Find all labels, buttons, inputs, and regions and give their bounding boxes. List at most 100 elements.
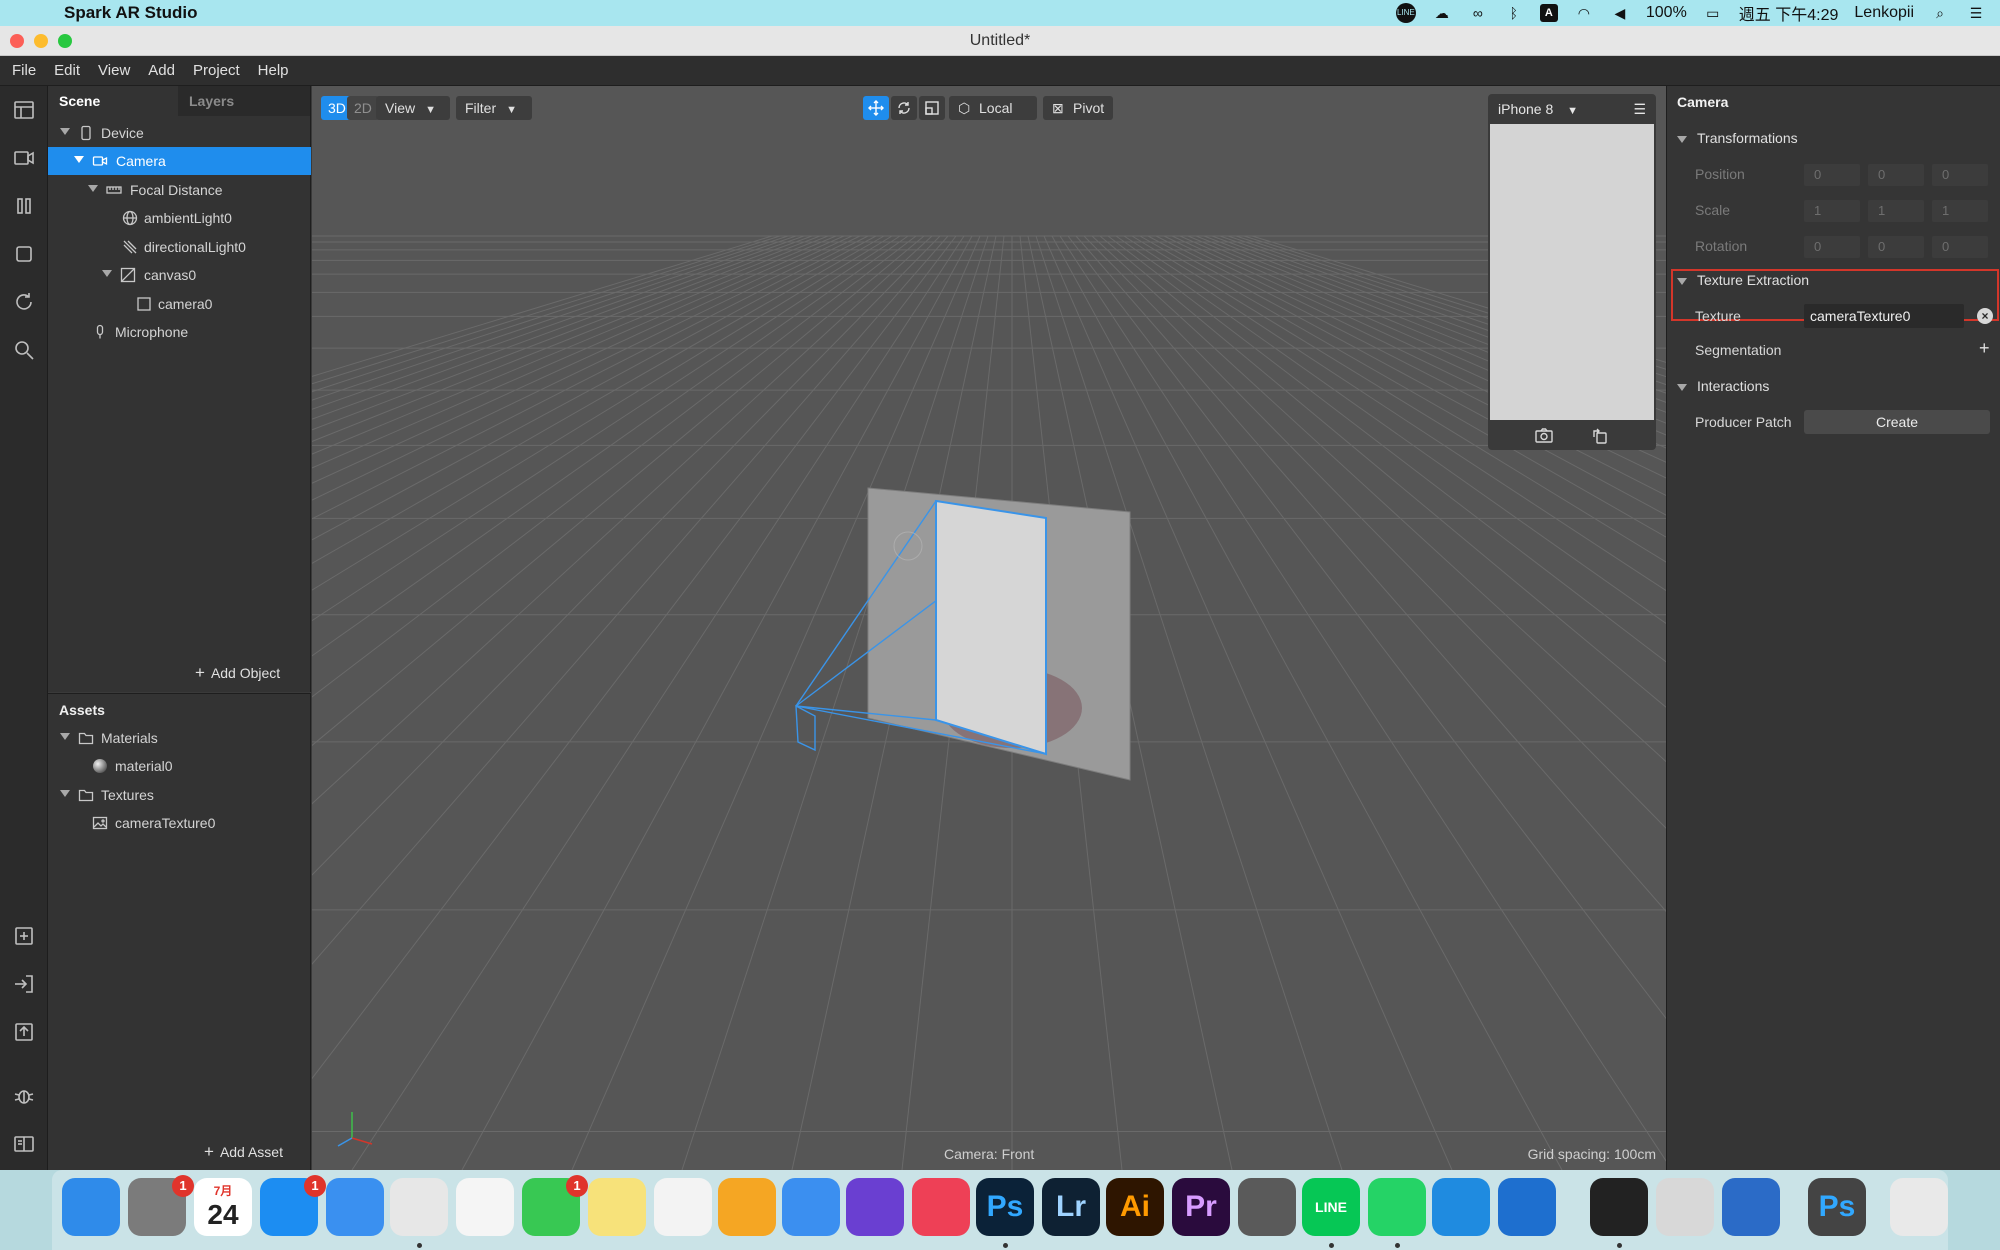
device-preview-screen[interactable] [1490,124,1654,420]
asset-item-materials[interactable]: Materials [48,724,311,752]
texture-extraction-section-header[interactable]: Texture Extraction [1677,272,1809,288]
user-name[interactable]: Lenkopii [1854,4,1914,22]
photos-icon[interactable] [456,1178,514,1236]
move-tool-button[interactable] [863,96,889,120]
scene-item-camera[interactable]: Camera [48,147,311,175]
pocket-icon[interactable] [912,1178,970,1236]
add-object-button[interactable]: + Add Object [195,663,280,683]
pivot-button[interactable]: ⊠ Pivot [1043,96,1113,120]
mode-2d-button[interactable]: 2D [347,96,379,120]
add-segmentation-icon[interactable]: + [1979,338,1990,359]
illustrator-icon[interactable]: Ai [1106,1178,1164,1236]
reminders-icon[interactable] [654,1178,712,1236]
volume-icon[interactable]: ◀ [1610,5,1630,21]
battery-percent[interactable]: 100% [1646,4,1687,22]
vscode-icon[interactable] [1432,1178,1490,1236]
photoshop-icon[interactable]: Ps [976,1178,1034,1236]
device-selector[interactable]: iPhone 8 ▼ ☰ [1488,94,1656,124]
trash-icon[interactable] [1890,1178,1948,1236]
activity-monitor-icon[interactable] [1590,1178,1648,1236]
scene-viewport[interactable]: 3D 2D View ▼ Filter ▼ ⬡ Local ⊠ Pivot iPhone… [312,86,1666,1170]
scene-item-camera0[interactable]: camera0 [48,290,311,318]
scene-item-ambientlight[interactable]: ambientLight0 [48,204,311,232]
bluetooth-icon[interactable]: ᛒ [1504,5,1524,21]
spotlight-search-icon[interactable]: ⌕ [1930,5,1950,21]
clear-texture-icon[interactable]: × [1977,308,1993,324]
tab-layers[interactable]: Layers [178,86,308,116]
collapse-arrow-icon[interactable] [60,790,70,797]
create-producer-patch-button[interactable]: Create [1804,410,1990,434]
calendar-icon[interactable]: 7月 24 [194,1178,252,1236]
menu-icon[interactable]: ☰ [1633,94,1646,124]
collapse-arrow-icon[interactable] [88,185,98,192]
pages-icon[interactable] [718,1178,776,1236]
rotate-tool-button[interactable] [891,96,917,120]
input-source-icon[interactable]: A [1539,4,1558,22]
device-frame-icon[interactable] [12,242,36,266]
rotate-device-icon[interactable] [1590,426,1610,446]
tab-scene[interactable]: Scene [48,86,178,116]
pause-bars-icon[interactable] [12,194,36,218]
collapse-arrow-icon[interactable] [60,733,70,740]
asset-item-material0[interactable]: material0 [48,752,311,780]
premiere-icon[interactable]: Pr [1172,1178,1230,1236]
scene-item-microphone[interactable]: Microphone [48,318,311,346]
scene-item-canvas[interactable]: canvas0 [48,261,311,289]
menu-edit[interactable]: Edit [54,62,80,79]
bug-icon[interactable] [12,1084,36,1108]
battery-icon[interactable]: ▭ [1703,5,1723,21]
video-camera-icon[interactable] [12,146,36,170]
lightroom-icon[interactable]: Lr [1042,1178,1100,1236]
whatsapp-icon[interactable] [1368,1178,1426,1236]
finder-icon[interactable] [62,1178,120,1236]
menu-project[interactable]: Project [193,62,240,79]
asset-item-textures[interactable]: Textures [48,781,311,809]
line-icon[interactable]: LINE [1302,1178,1360,1236]
asset-item-cameratexture[interactable]: cameraTexture0 [48,809,311,837]
scene-item-directionallight[interactable]: directionalLight0 [48,233,311,261]
screenshot-camera-icon[interactable] [1534,426,1554,446]
texture-field[interactable]: cameraTexture0 [1804,304,1964,328]
collapse-arrow-icon[interactable] [102,270,112,277]
quicktime-icon[interactable] [1722,1178,1780,1236]
keynote-icon[interactable] [782,1178,840,1236]
notes-icon[interactable] [588,1178,646,1236]
view-dropdown[interactable]: View ▼ [376,96,450,120]
scene-item-focal-distance[interactable]: Focal Distance [48,176,311,204]
spark-ar-icon[interactable] [1238,1178,1296,1236]
scene-item-device[interactable]: Device [48,119,311,147]
app-name-menu[interactable]: Spark AR Studio [64,3,198,23]
notification-center-icon[interactable]: ☰ [1966,5,1986,21]
filter-dropdown[interactable]: Filter ▼ [456,96,532,120]
menu-view[interactable]: View [98,62,130,79]
line-status-icon[interactable]: LINE [1395,3,1416,23]
scale-tool-button[interactable] [919,96,945,120]
menu-add[interactable]: Add [148,62,175,79]
safari-icon[interactable] [326,1178,384,1236]
layout-icon[interactable] [12,98,36,122]
wifi-icon[interactable]: ◠ [1574,5,1594,21]
transformations-section-header[interactable]: Transformations [1677,130,1798,146]
camera-view-plane[interactable] [936,501,1046,754]
refresh-icon[interactable] [12,290,36,314]
search-icon[interactable] [12,338,36,362]
add-asset-button[interactable]: + Add Asset [204,1142,283,1162]
console-icon[interactable] [12,1132,36,1156]
interactions-section-header[interactable]: Interactions [1677,378,1769,394]
upload-icon[interactable] [12,1020,36,1044]
local-space-button[interactable]: ⬡ Local [949,96,1037,120]
collapse-arrow-icon[interactable] [74,156,84,163]
preview-icon[interactable] [1656,1178,1714,1236]
clock[interactable]: 週五 下午4:29 [1739,1,1839,25]
menu-help[interactable]: Help [258,62,289,79]
collapse-arrow-icon[interactable] [60,128,70,135]
imovie-icon[interactable] [846,1178,904,1236]
import-icon[interactable] [12,972,36,996]
add-file-icon[interactable] [12,924,36,948]
chrome-icon[interactable] [390,1178,448,1236]
creative-cloud-icon[interactable]: ∞ [1468,5,1488,21]
menu-file[interactable]: File [12,62,36,79]
vpn-icon[interactable] [1498,1178,1556,1236]
cloud-status-icon[interactable]: ☁ [1432,5,1452,21]
photoshop-window-icon[interactable]: Ps [1808,1178,1866,1236]
